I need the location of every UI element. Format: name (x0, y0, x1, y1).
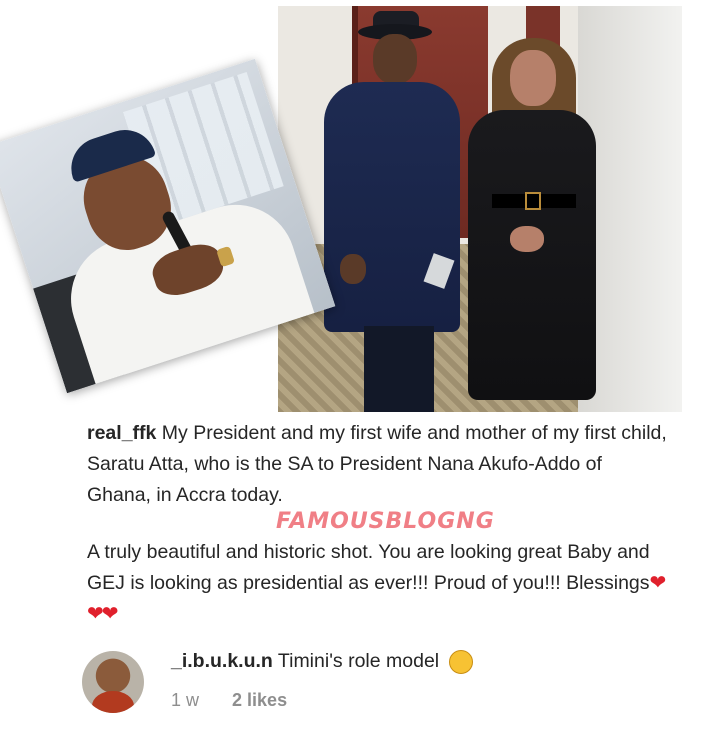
post-photo-main[interactable] (278, 6, 682, 412)
post-username[interactable]: real_ffk (87, 422, 156, 444)
avatar-shirt (92, 691, 134, 713)
caption-text: My President and my first wife and mothe… (87, 422, 667, 506)
comment-text: Timini's role model (277, 650, 440, 673)
caption-text-2: A truly beautiful and historic shot. You… (87, 541, 650, 594)
comment-time: 1 w (171, 690, 200, 710)
comment-username[interactable]: _i.b.u.k.u.n (171, 650, 273, 672)
watermark: FAMOUSBLOGNG (276, 509, 495, 534)
comment-likes[interactable]: 2 likes (232, 690, 287, 710)
post-caption: real_ffk My President and my first wife … (87, 418, 667, 511)
photo-man-robe (324, 82, 460, 332)
photo-man-face (373, 34, 417, 84)
comment-meta: 1 w 2 likes (171, 690, 287, 711)
photo-woman-dress (468, 110, 596, 400)
photo-woman-face (510, 50, 556, 106)
photo-woman-buckle (525, 192, 541, 210)
photo-woman-hands (510, 226, 544, 252)
comment: _i.b.u.k.u.n Timini's role model (171, 650, 473, 674)
photo-man-hand (340, 254, 366, 284)
photo-man-legs (364, 326, 434, 412)
post-caption-continued: A truly beautiful and historic shot. You… (87, 537, 667, 630)
laughing-emoji-icon (448, 650, 473, 674)
avatar[interactable] (82, 651, 144, 713)
